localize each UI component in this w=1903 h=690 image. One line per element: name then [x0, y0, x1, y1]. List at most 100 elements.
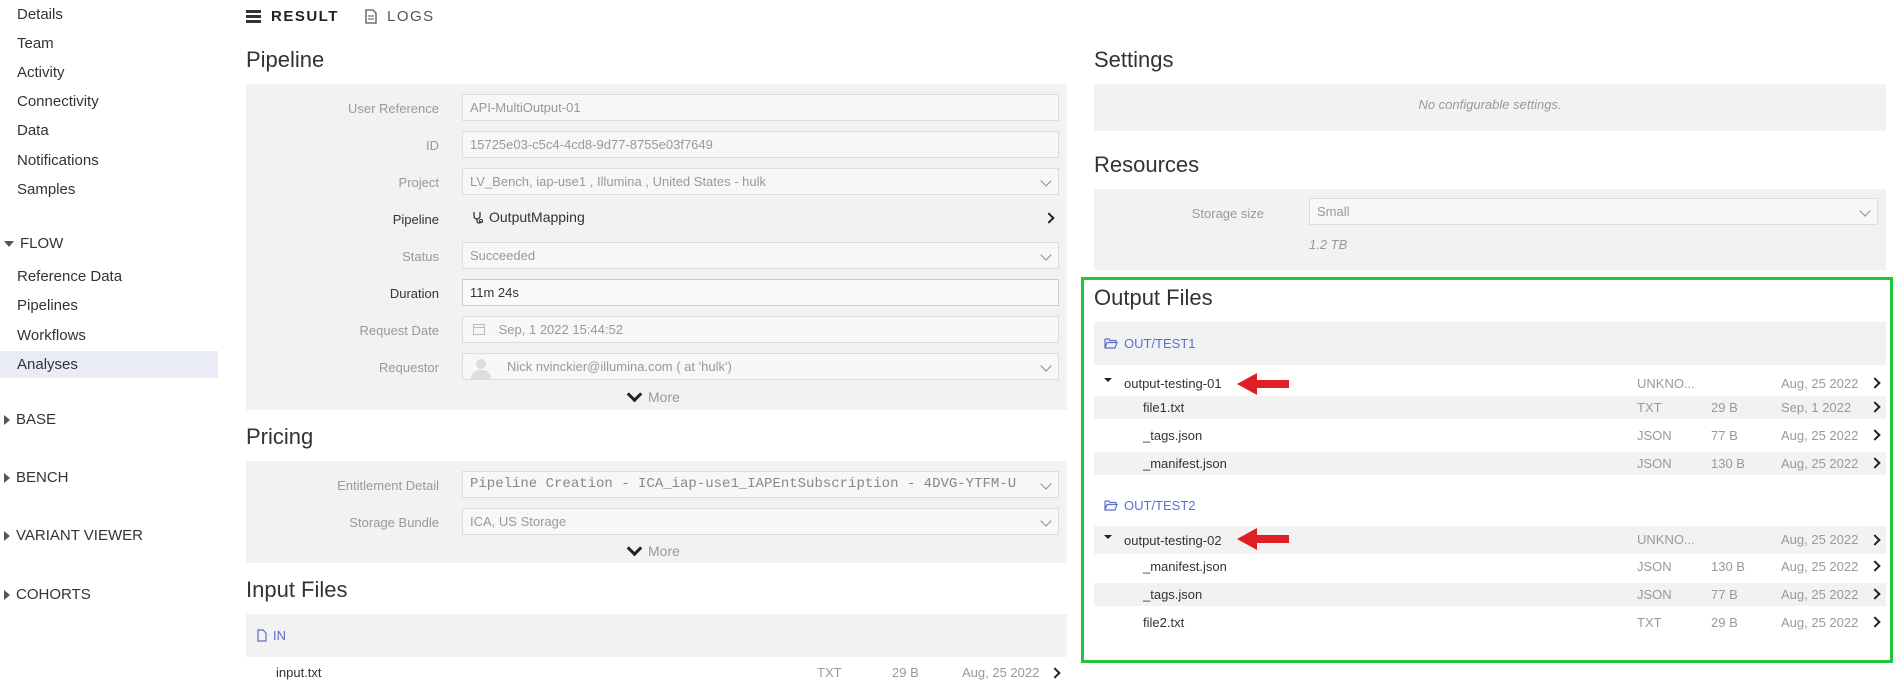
folder-label: OUT/TEST2 — [1124, 498, 1196, 513]
sidebar-section-label: BENCH — [16, 469, 69, 486]
file-icon — [257, 629, 267, 642]
file-size: 29 B — [892, 665, 919, 680]
chevron-right-icon[interactable] — [1869, 429, 1881, 441]
output-folder-row-1[interactable]: OUT/TEST1 — [1094, 322, 1886, 365]
storage-size-label: Storage size — [1191, 206, 1264, 221]
chevron-right-icon[interactable] — [1869, 560, 1881, 572]
file-size: 29 B — [1711, 400, 1738, 415]
requestor-value: Nick nvinckier@illumina.com ( at 'hulk') — [507, 359, 732, 374]
output-file-row[interactable]: _manifest.json JSON 130 B Aug, 25 2022 — [1094, 452, 1886, 475]
sidebar-item-activity[interactable]: Activity — [17, 64, 65, 81]
chevron-right-icon[interactable] — [1869, 588, 1881, 600]
storage-bundle-value: ICA, US Storage — [470, 514, 567, 529]
chevron-right-icon[interactable] — [1869, 377, 1881, 389]
output-file-row[interactable]: file2.txt TXT 29 B Aug, 25 2022 — [1094, 611, 1886, 634]
output-file-row[interactable]: _manifest.json JSON 130 B Aug, 25 2022 — [1094, 555, 1886, 578]
chevron-down-icon — [1040, 360, 1052, 372]
output-file-row[interactable]: _tags.json JSON 77 B Aug, 25 2022 — [1094, 583, 1886, 606]
sidebar-item-team[interactable]: Team — [17, 35, 54, 52]
file-name: _tags.json — [1143, 587, 1203, 602]
folder-open-icon — [1104, 500, 1118, 511]
tab-label: LOGS — [387, 8, 435, 25]
output-folder-2[interactable]: OUT/TEST2 — [1104, 498, 1196, 513]
chevron-right-icon[interactable] — [1869, 401, 1881, 413]
output-file-row[interactable]: _tags.json JSON 77 B Aug, 25 2022 — [1094, 424, 1886, 447]
pipeline-panel: User Reference API-MultiOutput-01 ID 157… — [246, 84, 1067, 410]
chevron-right-icon[interactable] — [1869, 457, 1881, 469]
input-folder[interactable]: IN — [257, 628, 286, 643]
more-label: More — [648, 389, 680, 405]
chevron-down-icon — [626, 386, 643, 402]
group-date: Aug, 25 2022 — [1781, 376, 1859, 391]
pricing-more-button[interactable]: More — [626, 540, 680, 559]
file-date: Aug, 25 2022 — [1781, 456, 1859, 471]
chevron-right-icon[interactable] — [1049, 667, 1061, 679]
storage-size-select[interactable]: Small — [1309, 198, 1878, 225]
pipeline-title: Pipeline — [246, 47, 325, 72]
more-label: More — [648, 543, 680, 559]
entitlement-select: Pipeline Creation - ICA_iap-use1_IAPEntS… — [462, 471, 1059, 498]
pipeline-link[interactable]: OutputMapping — [472, 209, 585, 225]
output-folder-1[interactable]: OUT/TEST1 — [1104, 336, 1196, 351]
sidebar-section-label: FLOW — [20, 235, 64, 252]
project-label: Project — [398, 175, 439, 190]
tab-logs[interactable]: LOGS — [365, 8, 435, 25]
output-folder-row-2[interactable]: OUT/TEST2 — [1094, 490, 1886, 522]
sidebar-item-reference-data[interactable]: Reference Data — [17, 268, 122, 285]
sidebar-item-pipelines[interactable]: Pipelines — [17, 297, 78, 314]
sidebar-section-cohorts[interactable]: COHORTS — [4, 586, 91, 603]
sidebar-item-samples[interactable]: Samples — [17, 181, 75, 198]
red-arrow-annotation — [1237, 373, 1289, 395]
tab-result[interactable]: RESULT — [246, 8, 339, 25]
chevron-down-icon — [1040, 175, 1052, 187]
output-group-row-1[interactable]: output-testing-01 UNKNO... Aug, 25 2022 — [1094, 372, 1886, 395]
file-size: 130 B — [1711, 456, 1745, 471]
status-select: Succeeded — [462, 242, 1059, 269]
chevron-down-icon — [1859, 205, 1871, 217]
file-type: JSON — [1637, 587, 1672, 602]
duration-field[interactable]: 11m 24s — [462, 279, 1059, 306]
file-size: 29 B — [1711, 615, 1738, 630]
sidebar-item-data[interactable]: Data — [17, 122, 49, 139]
file-type: TXT — [817, 665, 842, 680]
tab-label: RESULT — [271, 8, 339, 25]
file-name: _manifest.json — [1143, 559, 1227, 574]
sidebar-section-flow[interactable]: FLOW — [4, 235, 63, 252]
input-file-row[interactable]: input.txt TXT 29 B Aug, 25 2022 — [246, 661, 1067, 684]
document-icon — [365, 9, 377, 24]
file-size: 130 B — [1711, 559, 1745, 574]
file-date: Aug, 25 2022 — [1781, 428, 1859, 443]
output-group-row-2[interactable]: output-testing-02 UNKNO... Aug, 25 2022 — [1094, 526, 1886, 554]
group-type: UNKNO... — [1637, 376, 1695, 391]
sidebar-section-variant-viewer[interactable]: VARIANT VIEWER — [4, 527, 143, 544]
sidebar-item-workflows[interactable]: Workflows — [17, 327, 86, 344]
file-size: 77 B — [1711, 428, 1738, 443]
file-date: Sep, 1 2022 — [1781, 400, 1852, 415]
red-arrow-annotation — [1237, 528, 1289, 550]
sidebar-section-bench[interactable]: BENCH — [4, 469, 69, 486]
chevron-right-icon[interactable] — [1869, 534, 1881, 546]
pricing-panel: Entitlement Detail Pipeline Creation - I… — [246, 461, 1067, 563]
chevron-right-icon[interactable] — [1043, 212, 1055, 224]
output-file-row[interactable]: file1.txt TXT 29 B Sep, 1 2022 — [1094, 396, 1886, 419]
input-folder-row[interactable]: IN — [246, 614, 1067, 657]
caret-down-icon[interactable] — [1104, 378, 1112, 382]
status-value: Succeeded — [470, 248, 536, 263]
settings-panel: No configurable settings. — [1094, 84, 1886, 131]
id-label: ID — [426, 138, 439, 153]
entitlement-label: Entitlement Detail — [337, 478, 439, 493]
chevron-right-icon[interactable] — [1869, 616, 1881, 628]
sidebar-section-base[interactable]: BASE — [4, 411, 56, 428]
sidebar-item-notifications[interactable]: Notifications — [17, 152, 99, 169]
calendar-icon — [473, 324, 485, 335]
user-avatar-icon — [471, 359, 491, 379]
sidebar-item-connectivity[interactable]: Connectivity — [17, 93, 99, 110]
pipeline-more-button[interactable]: More — [626, 386, 680, 405]
entitlement-value: Pipeline Creation - ICA_iap-use1_IAPEntS… — [470, 476, 1017, 492]
output-files-title: Output Files — [1094, 285, 1213, 310]
requestor-label: Requestor — [379, 360, 439, 375]
caret-down-icon[interactable] — [1104, 535, 1112, 539]
sidebar-item-analyses[interactable]: Analyses — [0, 351, 218, 378]
sidebar-section-label: COHORTS — [16, 586, 91, 603]
sidebar-item-details[interactable]: Details — [17, 6, 63, 23]
